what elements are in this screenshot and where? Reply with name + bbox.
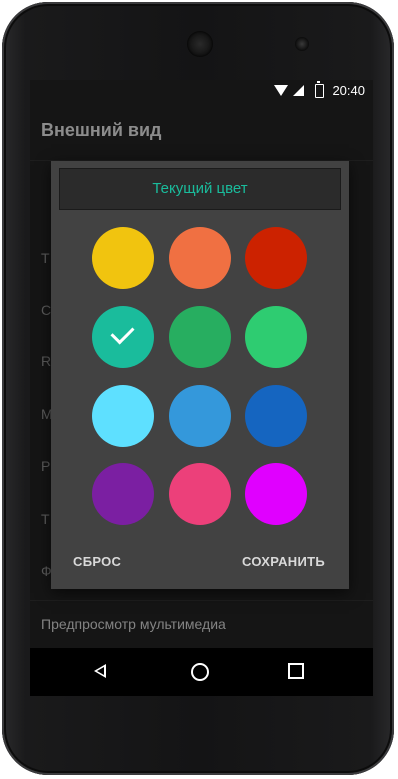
current-color-label: Текущий цвет <box>59 168 341 210</box>
color-swatch[interactable] <box>92 463 154 525</box>
status-bar: 20:40 <box>30 80 373 102</box>
reset-button[interactable]: СБРОС <box>73 554 121 569</box>
wifi-icon <box>274 85 288 96</box>
navigation-bar <box>30 648 373 696</box>
color-swatch[interactable] <box>169 385 231 447</box>
front-camera <box>295 37 309 51</box>
color-swatch[interactable] <box>245 306 307 368</box>
back-icon[interactable] <box>94 664 106 678</box>
color-swatch[interactable] <box>245 227 307 289</box>
home-icon[interactable] <box>191 663 209 681</box>
color-swatch[interactable] <box>92 227 154 289</box>
signal-icon <box>293 85 304 96</box>
color-swatch[interactable] <box>169 227 231 289</box>
battery-icon <box>315 81 324 98</box>
color-swatch[interactable] <box>169 463 231 525</box>
color-swatch[interactable] <box>245 385 307 447</box>
recents-icon[interactable] <box>288 663 304 679</box>
speaker-grille <box>187 31 213 57</box>
check-icon <box>110 320 135 345</box>
color-swatch[interactable] <box>169 306 231 368</box>
color-swatch[interactable] <box>92 306 154 368</box>
color-swatch[interactable] <box>92 385 154 447</box>
phone-frame: 20:40 Внешний вид Т С R М Р Т Ф Предпрос… <box>2 2 394 775</box>
screen: 20:40 Внешний вид Т С R М Р Т Ф Предпрос… <box>30 80 373 696</box>
color-swatch[interactable] <box>245 463 307 525</box>
color-picker-dialog: Текущий цвет СБРОС СОХРАНИТЬ <box>51 161 349 589</box>
save-button[interactable]: СОХРАНИТЬ <box>242 554 325 569</box>
status-time: 20:40 <box>332 83 365 98</box>
